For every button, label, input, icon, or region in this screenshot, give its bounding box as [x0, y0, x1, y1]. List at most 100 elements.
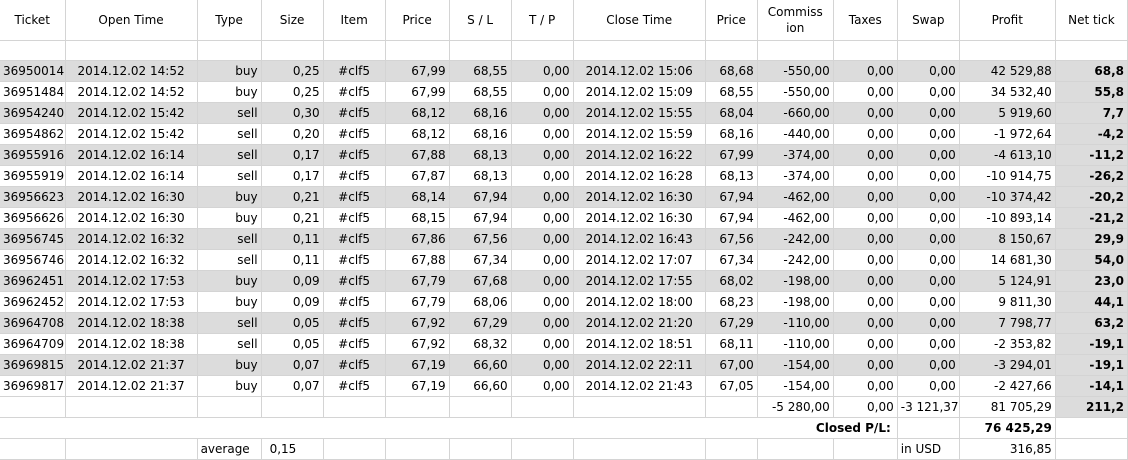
cell-ticket[interactable]: 36954240	[0, 102, 66, 124]
currency-label[interactable]: in USD	[897, 438, 960, 460]
cell-net-tick[interactable]: -19,1	[1055, 333, 1128, 355]
cell-commission[interactable]: -242,00	[757, 249, 834, 271]
cell-commission[interactable]: -550,00	[757, 60, 834, 82]
empty-cell[interactable]	[385, 396, 450, 418]
cell-close-time[interactable]: 2014.12.02 16:43	[573, 228, 706, 250]
cell-swap[interactable]: 0,00	[897, 165, 960, 187]
cell-size[interactable]: 0,21	[261, 186, 324, 208]
cell-ticket[interactable]: 36951484	[0, 81, 66, 103]
empty-cell[interactable]	[0, 40, 66, 61]
cell-item[interactable]: #clf5	[323, 228, 386, 250]
cell-item[interactable]: #clf5	[323, 270, 386, 292]
header-open-time[interactable]: Open Time	[65, 0, 198, 41]
cell-close-time[interactable]: 2014.12.02 15:06	[573, 60, 706, 82]
cell-tp[interactable]: 0,00	[511, 144, 574, 166]
empty-cell[interactable]	[705, 438, 758, 460]
empty-cell[interactable]	[65, 438, 198, 460]
header-tp[interactable]: T / P	[511, 0, 574, 41]
cell-tp[interactable]: 0,00	[511, 123, 574, 145]
header-close-time[interactable]: Close Time	[573, 0, 706, 41]
total-swap[interactable]: -3 121,37	[897, 396, 960, 418]
cell-profit[interactable]: -10 374,42	[959, 186, 1056, 208]
cell-commission[interactable]: -462,00	[757, 186, 834, 208]
cell-profit[interactable]: 42 529,88	[959, 60, 1056, 82]
cell-profit[interactable]: -2 427,66	[959, 375, 1056, 397]
cell-item[interactable]: #clf5	[323, 375, 386, 397]
cell-taxes[interactable]: 0,00	[833, 60, 898, 82]
cell-net-tick[interactable]: 23,0	[1055, 270, 1128, 292]
cell-commission[interactable]: -110,00	[757, 312, 834, 334]
cell-type[interactable]: sell	[197, 249, 262, 271]
cell-taxes[interactable]: 0,00	[833, 144, 898, 166]
cell-open-time[interactable]: 2014.12.02 21:37	[65, 354, 198, 376]
cell-tp[interactable]: 0,00	[511, 186, 574, 208]
cell-swap[interactable]: 0,00	[897, 291, 960, 313]
total-net-tick[interactable]: 211,2	[1055, 396, 1128, 418]
cell-size[interactable]: 0,07	[261, 354, 324, 376]
cell-taxes[interactable]: 0,00	[833, 207, 898, 229]
cell-size[interactable]: 0,30	[261, 102, 324, 124]
cell-type[interactable]: buy	[197, 354, 262, 376]
cell-ticket[interactable]: 36964709	[0, 333, 66, 355]
cell-item[interactable]: #clf5	[323, 144, 386, 166]
cell-sl[interactable]: 68,55	[449, 81, 512, 103]
cell-net-tick[interactable]: -21,2	[1055, 207, 1128, 229]
cell-close-time[interactable]: 2014.12.02 18:00	[573, 291, 706, 313]
cell-tp[interactable]: 0,00	[511, 81, 574, 103]
cell-open-time[interactable]: 2014.12.02 15:42	[65, 123, 198, 145]
header-ticket[interactable]: Ticket	[0, 0, 66, 41]
cell-commission[interactable]: -198,00	[757, 270, 834, 292]
cell-commission[interactable]: -374,00	[757, 165, 834, 187]
cell-commission[interactable]: -242,00	[757, 228, 834, 250]
cell-taxes[interactable]: 0,00	[833, 333, 898, 355]
cell-close-time[interactable]: 2014.12.02 16:30	[573, 186, 706, 208]
cell-close-price[interactable]: 67,00	[705, 354, 758, 376]
empty-cell[interactable]	[757, 40, 834, 61]
cell-close-time[interactable]: 2014.12.02 21:20	[573, 312, 706, 334]
cell-taxes[interactable]: 0,00	[833, 375, 898, 397]
header-commission[interactable]: Commiss ion	[757, 0, 834, 41]
cell-open-price[interactable]: 67,99	[385, 60, 450, 82]
cell-item[interactable]: #clf5	[323, 312, 386, 334]
empty-cell[interactable]	[511, 40, 574, 61]
cell-commission[interactable]: -550,00	[757, 81, 834, 103]
cell-profit[interactable]: -1 972,64	[959, 123, 1056, 145]
cell-tp[interactable]: 0,00	[511, 102, 574, 124]
cell-type[interactable]: buy	[197, 270, 262, 292]
cell-type[interactable]: buy	[197, 186, 262, 208]
cell-ticket[interactable]: 36955916	[0, 144, 66, 166]
cell-swap[interactable]: 0,00	[897, 375, 960, 397]
cell-open-price[interactable]: 67,19	[385, 354, 450, 376]
cell-sl[interactable]: 67,94	[449, 186, 512, 208]
cell-size[interactable]: 0,11	[261, 249, 324, 271]
cell-net-tick[interactable]: -19,1	[1055, 354, 1128, 376]
cell-size[interactable]: 0,09	[261, 291, 324, 313]
cell-profit[interactable]: -10 893,14	[959, 207, 1056, 229]
cell-swap[interactable]: 0,00	[897, 249, 960, 271]
cell-net-tick[interactable]: 55,8	[1055, 81, 1128, 103]
cell-swap[interactable]: 0,00	[897, 333, 960, 355]
cell-close-price[interactable]: 68,23	[705, 291, 758, 313]
empty-cell[interactable]	[511, 396, 574, 418]
cell-close-price[interactable]: 68,04	[705, 102, 758, 124]
cell-sl[interactable]: 66,60	[449, 375, 512, 397]
cell-open-time[interactable]: 2014.12.02 16:14	[65, 144, 198, 166]
cell-open-time[interactable]: 2014.12.02 15:42	[65, 102, 198, 124]
header-net-tick[interactable]: Net tick	[1055, 0, 1128, 41]
cell-taxes[interactable]: 0,00	[833, 186, 898, 208]
cell-close-time[interactable]: 2014.12.02 15:09	[573, 81, 706, 103]
cell-type[interactable]: buy	[197, 375, 262, 397]
cell-item[interactable]: #clf5	[323, 102, 386, 124]
average-label[interactable]: average	[197, 438, 262, 460]
cell-swap[interactable]: 0,00	[897, 123, 960, 145]
cell-close-price[interactable]: 68,02	[705, 270, 758, 292]
empty-cell[interactable]	[323, 40, 386, 61]
cell-open-price[interactable]: 68,12	[385, 102, 450, 124]
cell-type[interactable]: sell	[197, 144, 262, 166]
cell-swap[interactable]: 0,00	[897, 312, 960, 334]
cell-close-price[interactable]: 67,99	[705, 144, 758, 166]
header-swap[interactable]: Swap	[897, 0, 960, 41]
cell-ticket[interactable]: 36964708	[0, 312, 66, 334]
cell-taxes[interactable]: 0,00	[833, 354, 898, 376]
cell-ticket[interactable]: 36954862	[0, 123, 66, 145]
